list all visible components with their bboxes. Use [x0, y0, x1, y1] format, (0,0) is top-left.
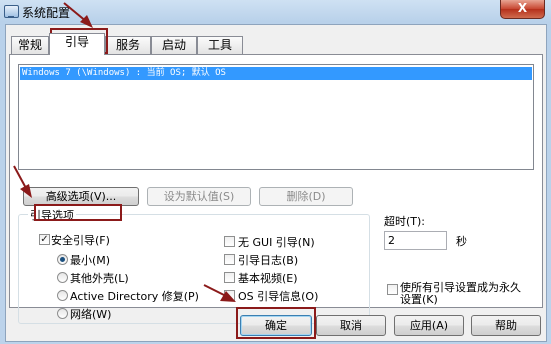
boot-tab-panel: Windows 7 (\Windows) : 当前 OS; 默认 OS 高级选项… — [9, 54, 543, 324]
tab-tools[interactable]: 工具 — [197, 36, 243, 54]
permanent-label-line2: 设置(K) — [400, 293, 438, 306]
radio-minimal-label[interactable]: 最小(M) — [70, 252, 110, 268]
system-config-icon — [4, 5, 19, 18]
timeout-unit: 秒 — [456, 235, 467, 248]
tab-boot[interactable]: 引导 — [49, 33, 105, 55]
radio-network-label[interactable]: 网络(W) — [70, 306, 111, 322]
no-gui-boot-checkbox[interactable] — [224, 236, 235, 247]
timeout-label: 超时(T): — [384, 215, 426, 228]
help-button[interactable]: 帮助 — [471, 315, 541, 336]
radio-alternate-shell[interactable] — [57, 272, 68, 283]
timeout-input[interactable]: 2 — [384, 231, 447, 250]
radio-ad-repair-label[interactable]: Active Directory 修复(P) — [70, 288, 199, 304]
safe-boot-highlight — [34, 204, 122, 221]
permanent-settings-label[interactable]: 使所有引导设置成为永久 设置(K) — [400, 282, 521, 306]
radio-minimal[interactable] — [57, 254, 68, 265]
arrow-annotation-icon — [63, 2, 93, 28]
safe-boot-label[interactable]: 安全引导(F) — [51, 232, 110, 248]
boot-entry-item[interactable]: Windows 7 (\Windows) : 当前 OS; 默认 OS — [20, 67, 532, 80]
cancel-button[interactable]: 取消 — [316, 315, 386, 336]
tab-startup[interactable]: 启动 — [151, 36, 197, 54]
no-gui-boot-label[interactable]: 无 GUI 引导(N) — [238, 234, 315, 250]
set-default-button[interactable]: 设为默认值(S) — [147, 187, 251, 206]
radio-alternate-shell-label[interactable]: 其他外壳(L) — [70, 270, 129, 286]
dialog-body: 常规 引导 服务 启动 工具 Windows 7 (\Windows) : 当前… — [5, 24, 547, 342]
apply-button[interactable]: 应用(A) — [394, 315, 464, 336]
delete-button[interactable]: 删除(D) — [259, 187, 353, 206]
arrow-annotation-icon — [13, 165, 32, 198]
ok-button-highlight — [236, 307, 316, 339]
radio-network[interactable] — [57, 308, 68, 319]
radio-ad-repair[interactable] — [57, 290, 68, 301]
boot-entry-list[interactable]: Windows 7 (\Windows) : 当前 OS; 默认 OS — [18, 64, 534, 170]
close-button[interactable]: X — [500, 0, 545, 19]
tab-general[interactable]: 常规 — [11, 36, 49, 54]
boot-log-label[interactable]: 引导日志(B) — [238, 252, 298, 268]
tab-services[interactable]: 服务 — [105, 36, 151, 54]
dialog-window: 系统配置 X 常规 引导 服务 启动 工具 Windows 7 (\Window… — [0, 0, 551, 344]
permanent-settings-checkbox[interactable] — [387, 284, 398, 295]
os-boot-info-label[interactable]: OS 引导信息(O) — [238, 288, 318, 304]
safe-boot-checkbox[interactable]: ✓ — [39, 234, 50, 245]
boot-log-checkbox[interactable] — [224, 254, 235, 265]
base-video-label[interactable]: 基本视频(E) — [238, 270, 298, 286]
arrow-annotation-icon — [203, 284, 236, 302]
